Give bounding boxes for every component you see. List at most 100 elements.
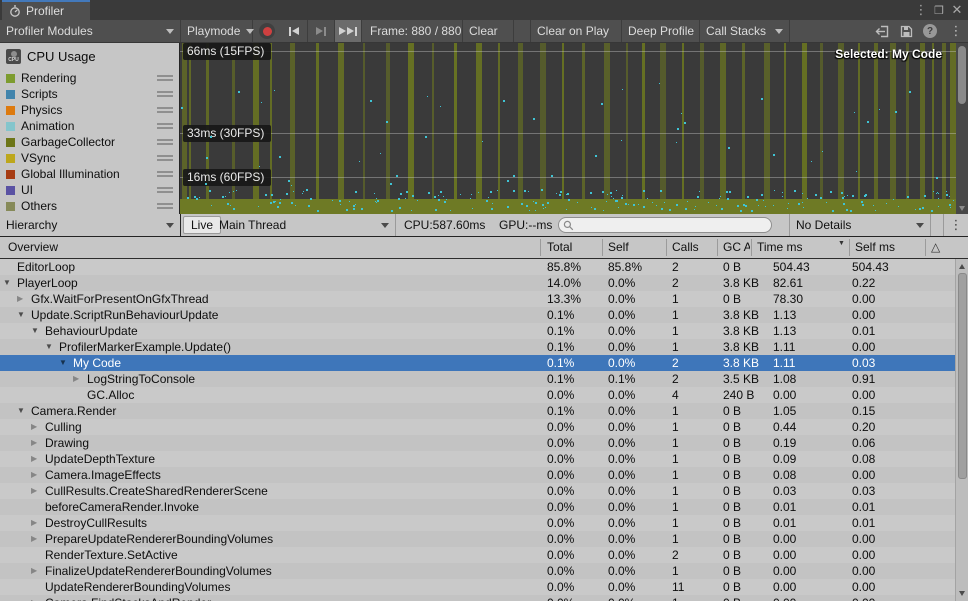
table-row[interactable]: ▶PrepareUpdateRendererBoundingVolumes0.0… [0,531,955,547]
scroll-up-icon[interactable] [959,264,965,269]
cell-gc: 0 B [723,579,741,595]
col-overview[interactable]: Overview [8,237,58,258]
profiler-modules-dropdown[interactable]: Profiler Modules [0,20,181,42]
chart-scrollbar[interactable] [956,43,968,214]
table-row[interactable]: ▶Camera.FindStacksAndRender0.0%0.0%10 B0… [0,595,955,601]
toolbar-menu-button[interactable]: ⋮ [944,20,968,42]
next-frame-button[interactable] [308,20,335,42]
cpu-category-animation[interactable]: Animation [0,118,179,134]
table-row[interactable]: EditorLoop85.8%85.8%20 B504.43504.43 [0,259,955,275]
table-row[interactable]: ▼Camera.Render0.1%0.0%10 B1.050.15 [0,403,955,419]
clear-on-play-button[interactable]: Clear on Play [530,20,622,42]
foldout-open-icon[interactable]: ▼ [31,323,45,339]
foldout-open-icon[interactable]: ▼ [17,307,31,323]
table-row[interactable]: RenderTexture.SetActive0.0%0.0%20 B0.000… [0,547,955,563]
foldout-closed-icon[interactable]: ▶ [31,467,45,483]
thread-dropdown[interactable]: Main Thread [213,214,396,236]
cpu-category-garbagecollector[interactable]: GarbageCollector [0,134,179,150]
cpu-category-vsync[interactable]: VSync [0,150,179,166]
cpu-category-others[interactable]: Others [0,198,179,214]
warning-column-icon[interactable]: △ [931,237,940,258]
drag-handle-icon[interactable] [157,75,173,83]
load-profile-button[interactable] [870,20,894,42]
foldout-closed-icon[interactable]: ▶ [31,419,45,435]
chart-scrollbar-thumb[interactable] [958,46,966,104]
search-input[interactable] [574,218,758,232]
col-self[interactable]: Self [608,237,629,258]
table-row[interactable]: ▶CullResults.CreateSharedRendererScene0.… [0,483,955,499]
foldout-open-icon[interactable]: ▼ [45,339,59,355]
foldout-open-icon[interactable]: ▼ [3,275,17,291]
drag-handle-icon[interactable] [157,107,173,115]
drag-handle-icon[interactable] [157,171,173,179]
table-row[interactable]: ▼BehaviourUpdate0.1%0.0%13.8 KB1.130.01 [0,323,955,339]
table-row[interactable]: ▶LogStringToConsole0.1%0.1%23.5 KB1.080.… [0,371,955,387]
drag-handle-icon[interactable] [157,139,173,147]
table-row[interactable]: ▼ProfilerMarkerExample.Update()0.1%0.0%1… [0,339,955,355]
cpu-category-ui[interactable]: UI [0,182,179,198]
table-row[interactable]: ▶Camera.ImageEffects0.0%0.0%10 B0.080.00 [0,467,955,483]
table-row[interactable]: ▼PlayerLoop14.0%0.0%23.8 KB82.610.22 [0,275,955,291]
drag-handle-icon[interactable] [157,123,173,131]
first-frame-button[interactable] [281,20,308,42]
foldout-closed-icon[interactable]: ▶ [31,515,45,531]
table-scrollbar-thumb[interactable] [958,273,967,479]
cell-calls: 1 [672,339,679,355]
call-stacks-dropdown[interactable]: Call Stacks [700,20,790,42]
foldout-open-icon[interactable]: ▼ [17,403,31,419]
table-row[interactable]: beforeCameraRender.Invoke0.0%0.0%10 B0.0… [0,499,955,515]
table-row[interactable]: ▶UpdateDepthTexture0.0%0.0%10 B0.090.08 [0,451,955,467]
foldout-open-icon[interactable]: ▼ [59,355,73,371]
search-field[interactable] [558,217,772,233]
close-icon[interactable]: ✕ [948,2,966,18]
foldout-closed-icon[interactable]: ▶ [31,531,45,547]
scroll-down-icon[interactable] [959,591,965,596]
table-row[interactable]: ▼My Code0.1%0.0%23.8 KB1.110.03 [0,355,955,371]
drag-handle-icon[interactable] [157,203,173,211]
maximize-icon[interactable]: ❒ [930,4,948,17]
save-profile-button[interactable] [894,20,918,42]
cpu-usage-module[interactable]: CPU CPU Usage [6,46,96,66]
tab-profiler[interactable]: Profiler [2,0,90,20]
cpu-category-physics[interactable]: Physics [0,102,179,118]
col-gc-alloc[interactable]: GC Alloc [723,237,750,258]
table-row[interactable]: ▶Culling0.0%0.0%10 B0.440.20 [0,419,955,435]
drag-handle-icon[interactable] [157,187,173,195]
cpu-category-global-illumination[interactable]: Global Illumination [0,166,179,182]
details-dropdown[interactable]: No Details [789,214,931,236]
foldout-closed-icon[interactable]: ▶ [31,483,45,499]
playmode-dropdown[interactable]: Playmode [181,20,253,42]
record-button[interactable] [259,23,275,39]
table-row[interactable]: GC.Alloc0.0%0.0%4240 B0.000.00 [0,387,955,403]
table-row[interactable]: UpdateRendererBoundingVolumes0.0%0.0%110… [0,579,955,595]
col-total[interactable]: Total [547,237,572,258]
foldout-closed-icon[interactable]: ▶ [31,435,45,451]
drag-handle-icon[interactable] [157,91,173,99]
deep-profile-button[interactable]: Deep Profile [622,20,700,42]
cpu-chart[interactable]: 66ms (15FPS)33ms (30FPS)16ms (60FPS)Sele… [180,43,956,214]
drag-handle-icon[interactable] [157,155,173,163]
table-row[interactable]: ▼Update.ScriptRunBehaviourUpdate0.1%0.0%… [0,307,955,323]
help-button[interactable]: ? [918,20,942,42]
table-row[interactable]: ▶DestroyCullResults0.0%0.0%10 B0.010.01 [0,515,955,531]
foldout-closed-icon[interactable]: ▶ [17,291,31,307]
foldout-closed-icon[interactable]: ▶ [31,595,45,601]
table-row[interactable]: ▶Drawing0.0%0.0%10 B0.190.06 [0,435,955,451]
current-frame-button[interactable] [335,20,362,42]
hierarchy-menu-button[interactable]: ⋮ [943,214,968,236]
col-self-ms[interactable]: Self ms [855,237,895,258]
table-scrollbar[interactable] [955,259,968,601]
foldout-closed-icon[interactable]: ▶ [31,451,45,467]
view-mode-dropdown[interactable]: Hierarchy [0,214,181,236]
table-row[interactable]: ▶FinalizeUpdateRendererBoundingVolumes0.… [0,563,955,579]
foldout-closed-icon[interactable]: ▶ [73,371,87,387]
foldout-closed-icon[interactable]: ▶ [31,563,45,579]
window-menu-icon[interactable]: ⋮ [912,2,930,18]
col-time-ms[interactable]: Time ms [757,237,803,258]
col-calls[interactable]: Calls [672,237,699,258]
table-row[interactable]: ▶Gfx.WaitForPresentOnGfxThread13.3%0.0%1… [0,291,955,307]
clear-button[interactable]: Clear [462,20,514,42]
cpu-category-rendering[interactable]: Rendering [0,70,179,86]
chart-scroll-down-icon[interactable] [959,206,965,211]
cpu-category-scripts[interactable]: Scripts [0,86,179,102]
